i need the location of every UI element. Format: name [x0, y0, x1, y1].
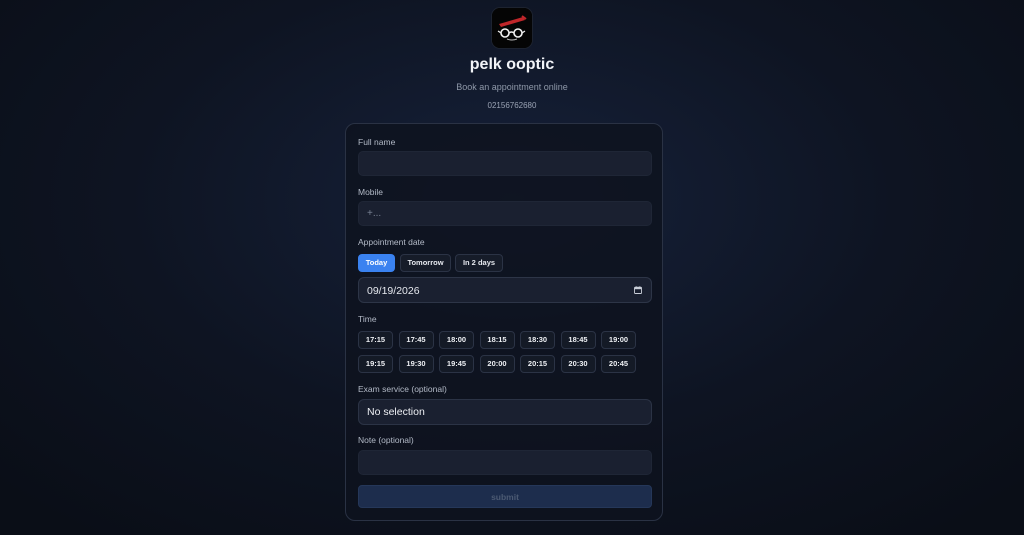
time-slot-button[interactable]: 20:00 — [479, 355, 515, 373]
calendar-icon[interactable] — [634, 286, 642, 294]
time-slot-button[interactable]: 19:15 — [358, 355, 393, 373]
note-label: Note (optional) — [358, 435, 414, 445]
time-slot-button[interactable]: 20:30 — [560, 355, 596, 373]
in-2-days-button[interactable]: In 2 days — [455, 254, 503, 272]
time-slot-button[interactable]: 18:15 — [479, 331, 515, 349]
page-title: pelk ooptic — [469, 56, 555, 73]
appointment-date-input[interactable]: 09/19/2026 — [358, 277, 652, 303]
today-button[interactable]: Today — [358, 254, 395, 272]
date-value: 09/19/2026 — [367, 285, 420, 297]
appointment-date-label: Appointment date — [358, 237, 425, 247]
full-name-label: Full name — [358, 137, 396, 147]
note-input[interactable] — [358, 450, 652, 475]
exam-service-value: No selection — [367, 406, 425, 418]
time-slot-button[interactable]: 18:45 — [560, 331, 596, 349]
time-slot-button[interactable]: 17:15 — [358, 331, 393, 349]
time-slot-button[interactable]: 18:00 — [439, 331, 474, 349]
page-header: pelk ooptic Book an appointment online 0… — [0, 8, 1024, 111]
exam-service-select[interactable]: No selection — [358, 399, 652, 425]
time-slot-button[interactable]: 17:45 — [398, 331, 434, 349]
tomorrow-button[interactable]: Tomorrow — [400, 254, 451, 272]
time-slot-button[interactable]: 18:30 — [520, 331, 555, 349]
phone-number: 02156762680 — [487, 101, 537, 110]
time-label: Time — [358, 314, 377, 324]
time-slot-button[interactable]: 19:45 — [439, 355, 474, 373]
mobile-input[interactable] — [358, 201, 652, 226]
time-slot-button[interactable]: 20:15 — [520, 355, 555, 373]
page-subtitle: Book an appointment online — [456, 82, 568, 92]
exam-service-label: Exam service (optional) — [358, 384, 447, 394]
time-slot-button[interactable]: 20:45 — [601, 355, 636, 373]
pelk-ooptic-logo — [492, 8, 532, 48]
mobile-label: Mobile — [358, 187, 384, 197]
time-slot-button[interactable]: 19:00 — [601, 331, 636, 349]
time-slot-button[interactable]: 19:30 — [398, 355, 434, 373]
full-name-input[interactable] — [358, 151, 652, 176]
submit-button[interactable]: submit — [358, 485, 652, 508]
booking-form: Full name Mobile Appointment date Today … — [345, 123, 663, 521]
